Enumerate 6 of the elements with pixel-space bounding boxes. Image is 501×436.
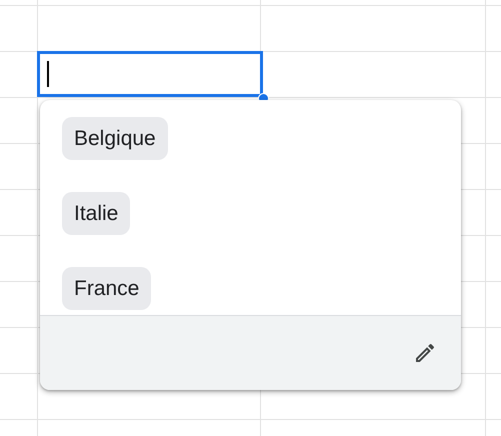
text-cursor — [47, 61, 49, 87]
option-chip[interactable]: Italie — [62, 192, 130, 235]
option-chip[interactable]: Belgique — [62, 117, 168, 160]
option-chip[interactable]: France — [62, 267, 152, 310]
edit-icon[interactable] — [413, 341, 437, 365]
selected-cell[interactable] — [37, 51, 263, 97]
